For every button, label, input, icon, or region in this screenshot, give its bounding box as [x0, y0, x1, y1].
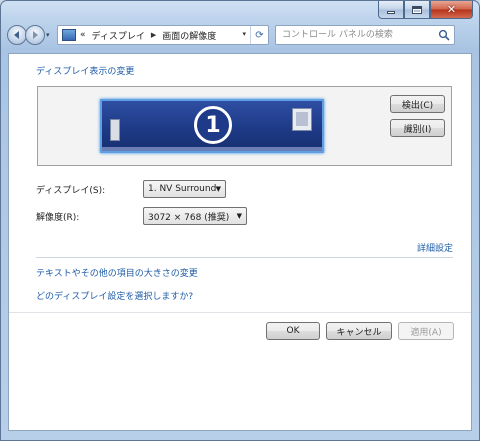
minimize-button[interactable]: [378, 1, 404, 19]
refresh-icon[interactable]: ⟳: [250, 26, 268, 44]
resolution-select-value: 3072 × 768 (推奨): [148, 212, 230, 223]
search-input[interactable]: [276, 26, 426, 44]
resolution-label: 解像度(R):: [36, 213, 80, 223]
window: ✕ ▾ « ディスプレイ ▶ 画面の解像度 ▾ ⟳ ディスプレイ表示の: [0, 0, 480, 441]
cancel-button[interactable]: キャンセル: [326, 322, 392, 340]
caption-buttons: ✕: [378, 1, 473, 19]
back-button[interactable]: [7, 25, 27, 45]
monitor-thumbnail-window-icon: [292, 108, 312, 131]
address-bar[interactable]: « ディスプレイ ▶ 画面の解像度 ▾ ⟳: [57, 25, 269, 45]
display-arrangement-panel: 1 検出(C) 識別(I): [37, 86, 452, 166]
divider: [36, 257, 453, 258]
text-size-link[interactable]: テキストやその他の項目の大きさの変更: [36, 266, 198, 279]
monitor-number: 1: [194, 106, 232, 144]
breadcrumb-overflow[interactable]: «: [80, 30, 86, 40]
search-box[interactable]: [275, 25, 455, 45]
maximize-button[interactable]: [404, 1, 430, 19]
chevron-right-icon[interactable]: ▶: [151, 31, 156, 39]
monitor-taskbar: [102, 147, 322, 151]
back-arrow-icon: [14, 31, 19, 39]
breadcrumb-item-resolution[interactable]: 画面の解像度: [162, 29, 216, 42]
monitor-thumbnail-window-icon: [110, 119, 120, 141]
chevron-down-icon: ▼: [236, 212, 242, 220]
detect-button[interactable]: 検出(C): [390, 95, 445, 113]
forward-button[interactable]: [25, 25, 45, 45]
maximize-icon: [412, 5, 422, 14]
display-select[interactable]: 1. NV Surround ▼: [143, 180, 226, 198]
resolution-select[interactable]: 3072 × 768 (推奨) ▼: [143, 207, 247, 225]
ok-button[interactable]: OK: [266, 322, 320, 340]
close-icon: ✕: [446, 3, 457, 16]
content-panel: ディスプレイ表示の変更 1 検出(C) 識別(I) ディスプレイ(S): 1. …: [8, 53, 472, 431]
address-dropdown-icon[interactable]: ▾: [242, 30, 246, 38]
control-panel-icon: [62, 29, 76, 41]
display-label: ディスプレイ(S):: [36, 186, 106, 196]
breadcrumb-item-display[interactable]: ディスプレイ: [92, 29, 145, 42]
advanced-settings-link[interactable]: 詳細設定: [417, 241, 453, 254]
search-icon[interactable]: [438, 29, 450, 41]
page-title[interactable]: ディスプレイ表示の変更: [36, 64, 134, 77]
chevron-down-icon: ▼: [215, 185, 221, 193]
monitor-preview[interactable]: 1: [100, 99, 324, 153]
navigation-bar: ▾ « ディスプレイ ▶ 画面の解像度 ▾ ⟳: [7, 23, 473, 47]
display-settings-help-link[interactable]: どのディスプレイ設定を選択しますか?: [36, 289, 193, 302]
display-select-value: 1. NV Surround: [148, 184, 217, 194]
divider: [9, 312, 471, 313]
minimize-icon: [387, 10, 395, 14]
close-button[interactable]: ✕: [430, 1, 473, 19]
recent-pages-dropdown[interactable]: ▾: [46, 31, 54, 39]
apply-button[interactable]: 適用(A): [398, 322, 454, 340]
identify-button[interactable]: 識別(I): [390, 119, 445, 137]
forward-arrow-icon: [33, 31, 38, 39]
